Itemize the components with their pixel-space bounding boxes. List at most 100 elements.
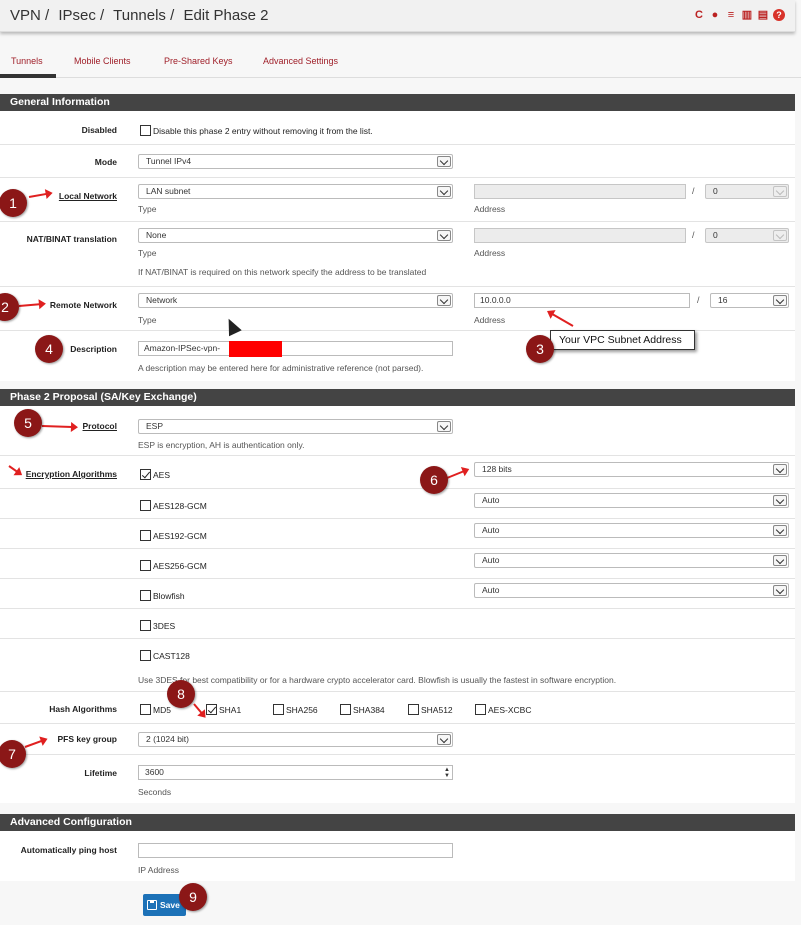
record-icon[interactable]: ● [709,9,721,21]
row-remote-network: Remote Network Network Type 10.0.0.0 / 1… [0,287,795,331]
breadcrumb-vpn[interactable]: VPN / [10,7,49,24]
aes128gcm-keylen-select[interactable]: Auto [474,493,789,508]
row-encryption-cast128: CAST128 Use 3DES for best compatibility … [0,639,795,692]
bar-chart-icon[interactable]: ▥ [741,9,753,21]
protocol-note: ESP is encryption, AH is authentication … [138,440,305,450]
label-remote-network: Remote Network [49,300,117,310]
description-input[interactable]: Amazon-IPSec-vpn- [138,341,453,356]
lifetime-value: 3600 [145,767,164,777]
aes256gcm-keylen-select[interactable]: Auto [474,553,789,568]
page-header: VPN / IPsec / Tunnels / Edit Phase 2 C ●… [0,0,795,32]
chevron-down-icon [437,295,451,306]
blowfish-checkbox[interactable] [140,590,151,601]
label-nat-binat: NAT/BINAT translation [26,234,117,244]
spinner-icon[interactable]: ▲ ▼ [444,767,450,779]
section-advanced-configuration: Advanced Configuration [0,814,795,831]
sha256-checkbox[interactable] [273,704,284,715]
pfs-value: 2 (1024 bit) [146,734,189,744]
mode-select[interactable]: Tunnel IPv4 [138,154,453,169]
pfs-select[interactable]: 2 (1024 bit) [138,732,453,747]
blowfish-label: Blowfish [153,591,185,601]
nat-type-hint: Type [138,248,157,258]
remote-network-type-select[interactable]: Network [138,293,453,308]
chevron-down-icon [773,295,787,306]
md5-checkbox[interactable] [140,704,151,715]
3des-label: 3DES [153,621,176,631]
description-note: A description may be entered here for ad… [138,363,424,373]
sliders-icon[interactable]: ≡ [725,9,737,21]
ping-host-input[interactable] [138,843,453,858]
chevron-down-icon [437,186,451,197]
nat-mask-select[interactable]: 0 [705,228,789,243]
disabled-checkbox[interactable] [140,125,151,136]
cast128-checkbox[interactable] [140,650,151,661]
remote-network-type-value: Network [146,295,178,305]
disabled-text: Disable this phase 2 entry without remov… [153,126,373,136]
local-network-type-hint: Type [138,204,157,214]
aes192gcm-keylen-select[interactable]: Auto [474,523,789,538]
local-network-address-input[interactable] [474,184,686,199]
remote-network-mask-select[interactable]: 16 [710,293,789,308]
tab-advanced-settings[interactable]: Advanced Settings [263,56,338,66]
label-protocol: Protocol [82,421,117,431]
annotation-badge-5: 5 [14,409,42,437]
nat-type-select[interactable]: None [138,228,453,243]
protocol-select[interactable]: ESP [138,419,453,434]
nat-address-input[interactable] [474,228,686,243]
row-encryption-aes256gcm: AES256-GCM Auto [0,549,795,579]
sha384-checkbox[interactable] [340,704,351,715]
row-encryption-aes: Encryption Algorithms AES 128 bits [0,456,795,489]
tab-tunnels[interactable]: Tunnels [11,56,43,66]
aes-xcbc-checkbox[interactable] [475,704,486,715]
aes-checkbox[interactable] [140,469,151,480]
aes128gcm-checkbox[interactable] [140,500,151,511]
blowfish-keylen-select[interactable]: Auto [474,583,789,598]
chevron-down-icon [773,585,787,596]
row-encryption-aes128gcm: AES128-GCM Auto [0,489,795,519]
local-network-mask-select[interactable]: 0 [705,184,789,199]
row-pfs-key-group: PFS key group 2 (1024 bit) [0,724,795,755]
row-protocol: Protocol ESP ESP is encryption, AH is au… [0,406,795,456]
aes-xcbc-label: AES-XCBC [488,705,532,715]
row-local-network: Local Network LAN subnet Type / 0 Addres… [0,178,795,222]
sha1-label: SHA1 [219,705,242,715]
annotation-badge-3: 3 [526,335,554,363]
label-disabled: Disabled [81,125,117,135]
breadcrumb-ipsec[interactable]: IPsec / [58,7,104,24]
local-network-type-select[interactable]: LAN subnet [138,184,453,199]
label-encryption-algorithms: Encryption Algorithms [25,469,117,479]
floppy-icon [147,900,157,910]
chevron-down-icon [437,230,451,241]
row-disabled: Disabled Disable this phase 2 entry with… [0,111,795,145]
aes192gcm-keylen-value: Auto [482,525,500,535]
breadcrumb-tunnels[interactable]: Tunnels / [113,7,174,24]
3des-checkbox[interactable] [140,620,151,631]
save-label: Save [160,900,180,910]
mask-separator: / [692,186,695,196]
nat-mask-value: 0 [713,230,718,240]
breadcrumb-current: Edit Phase 2 [183,7,269,24]
aes192gcm-checkbox[interactable] [140,530,151,541]
aes-keylen-select[interactable]: 128 bits [474,462,789,477]
annotation-badge-8: 8 [167,680,195,708]
tab-bar: Tunnels Mobile Clients Pre-Shared Keys A… [0,45,801,78]
mode-value: Tunnel IPv4 [146,156,192,166]
chevron-down-icon [773,525,787,536]
sha512-checkbox[interactable] [408,704,419,715]
log-list-icon[interactable]: ▤ [757,9,769,21]
lifetime-input[interactable]: 3600 ▲ ▼ [138,765,453,780]
tab-pre-shared-keys[interactable]: Pre-Shared Keys [164,56,233,66]
chevron-down-icon [773,464,787,475]
chevron-down-icon [773,230,787,241]
label-hash-algorithms: Hash Algorithms [49,704,117,714]
nat-note: If NAT/BINAT is required on this network… [138,267,427,277]
tab-mobile-clients[interactable]: Mobile Clients [74,56,131,66]
sha256-label: SHA256 [286,705,318,715]
label-mode: Mode [94,157,117,167]
aes-keylen-value: 128 bits [482,464,512,474]
help-icon[interactable]: ? [773,9,785,21]
remote-network-address-input[interactable]: 10.0.0.0 [474,293,690,308]
status-icon[interactable]: C [693,9,705,21]
aes256gcm-checkbox[interactable] [140,560,151,571]
active-tab-indicator [0,74,56,78]
